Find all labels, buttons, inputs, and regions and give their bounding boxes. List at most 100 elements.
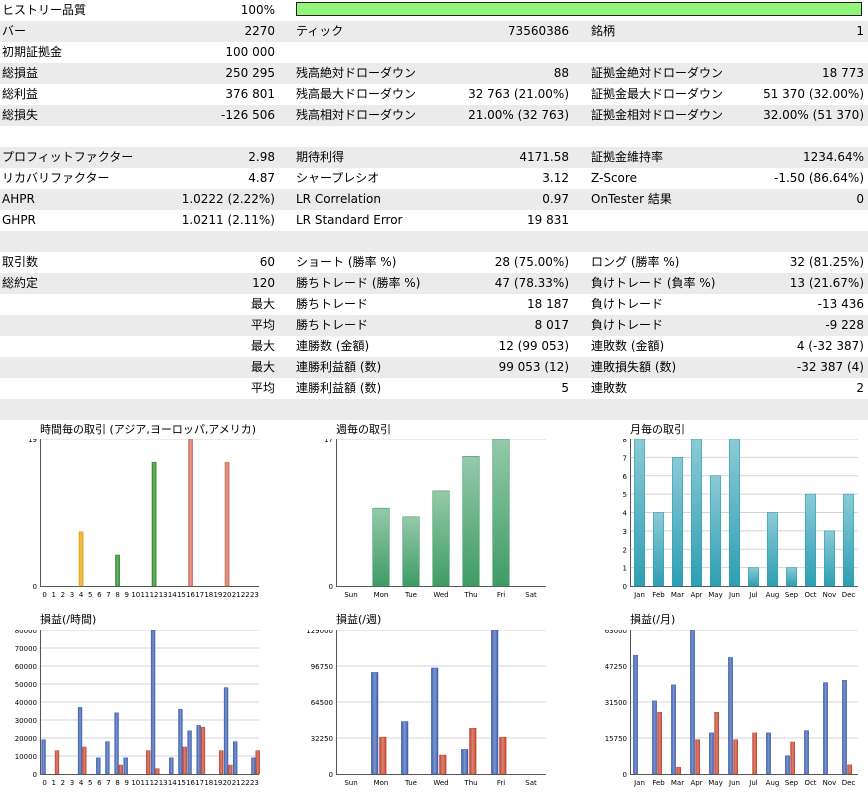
bar — [823, 530, 836, 587]
bar — [766, 512, 779, 587]
stats-row: 初期証拠金 100 000 — [0, 42, 868, 63]
chart-title: 月毎の取引 — [630, 423, 685, 436]
x-tick-label: Sun — [344, 591, 357, 599]
stats-row: AHPR 1.0222 (2.22%) LR Correlation 0.97 OnTe… — [0, 189, 868, 210]
bar — [823, 682, 828, 775]
stats-row: ヒストリー品質 100% — [0, 0, 868, 21]
x-tick-label: 21 — [232, 779, 241, 787]
x-tick-label: Sat — [525, 779, 537, 787]
bar — [105, 741, 110, 775]
stats-row — [0, 231, 868, 252]
y-tick-label: 0 — [329, 771, 333, 779]
stat-value: -9 228 — [825, 318, 864, 332]
x-tick-label: 12 — [150, 779, 159, 787]
stat-value: -32 387 (4) — [796, 360, 864, 374]
stat-value: 0.97 — [542, 192, 569, 206]
bar — [114, 712, 119, 775]
stats-row: 総約定 120 勝ちトレード (勝率 %) 47 (78.33%) 負けトレード (負率… — [0, 273, 868, 294]
chart-3: 0 10000 20000 30000 40000 50000 60000 70000 8000… — [15, 630, 260, 787]
x-tick-label: Mon — [374, 779, 389, 787]
y-tick-label: 60000 — [15, 663, 37, 671]
bar — [790, 741, 795, 775]
stat-value: 32 763 (21.00%) — [468, 87, 569, 101]
stat-value: 4 (-32 387) — [796, 339, 864, 353]
bar — [146, 750, 151, 775]
x-tick-label: Oct — [804, 779, 816, 787]
bar — [847, 764, 852, 775]
stat-value: 376 801 — [225, 87, 275, 101]
x-tick-label: 22 — [241, 779, 250, 787]
stats-row — [0, 399, 868, 420]
bar — [633, 654, 638, 775]
stat-value: 1234.64% — [802, 150, 864, 164]
x-tick-label: Nov — [823, 591, 837, 599]
x-tick-label: 0 — [42, 779, 46, 787]
x-tick-label: 5 — [88, 591, 92, 599]
stat-value: 5 — [561, 381, 569, 395]
x-tick-label: 7 — [106, 591, 110, 599]
bar — [785, 567, 798, 587]
x-tick-label: 8 — [115, 591, 119, 599]
bar — [671, 684, 676, 775]
stat-value: 1 — [856, 24, 864, 38]
stats-row: バー 2270 ティック 73560386 銘柄 1 — [0, 21, 868, 42]
x-tick-label: 22 — [241, 591, 250, 599]
x-tick-label: Sat — [525, 591, 537, 599]
bar — [401, 721, 409, 775]
stats-row: 総利益 376 801 残高最大ドローダウン 32 763 (21.00%) 証拠金最大… — [0, 84, 868, 105]
stat-value: 32.00% (51 370) — [763, 108, 864, 122]
x-tick-label: Mar — [671, 591, 684, 599]
stats-row: GHPR 1.0211 (2.11%) LR Standard Error 19 83… — [0, 210, 868, 231]
stat-value: 2270 — [244, 24, 275, 38]
bar — [169, 757, 174, 775]
x-tick-label: 18 — [204, 591, 213, 599]
stats-row: 総損益 250 295 残高絶対ドローダウン 88 証拠金絶対ドローダウン 18 773 — [0, 63, 868, 84]
stats-row: 最大 勝ちトレード 18 187 負けトレード -13 436 — [0, 294, 868, 315]
x-tick-label: 5 — [88, 779, 92, 787]
x-tick-label: Jun — [728, 779, 740, 787]
x-tick-label: 4 — [79, 779, 84, 787]
stat-value: -13 436 — [817, 297, 864, 311]
x-tick-label: 16 — [186, 779, 195, 787]
bar — [469, 727, 477, 775]
bar — [491, 630, 499, 775]
y-tick-label: 10000 — [15, 753, 37, 761]
bar — [747, 567, 760, 587]
x-tick-label: Oct — [804, 591, 816, 599]
bar — [224, 461, 230, 587]
charts-area: 時間毎の取引 (アジア,ヨーロッパ,アメリカ) 0 19 0 1 2 3 4 5 6 7 8 9 10 11… — [0, 419, 868, 791]
chart-5: 0 15750 31500 47250 63000 Jan Feb Mar Apr May Jun J… — [605, 630, 858, 787]
bar — [752, 732, 757, 775]
bar — [671, 457, 684, 587]
bar — [188, 439, 193, 587]
x-tick-label: Sun — [344, 779, 357, 787]
stat-value: 88 — [553, 66, 569, 80]
bar — [178, 708, 183, 775]
x-tick-label: May — [708, 779, 722, 787]
x-tick-label: Mon — [374, 591, 389, 599]
stat-value: 47 (78.33%) — [494, 276, 569, 290]
y-tick-label: 19 — [28, 439, 37, 444]
bar — [251, 757, 256, 775]
y-tick-label: 7 — [623, 454, 627, 462]
y-tick-label: 0 — [623, 583, 627, 591]
bar — [728, 657, 733, 775]
bar — [379, 736, 387, 775]
bar — [733, 739, 738, 775]
x-tick-label: 19 — [213, 779, 222, 787]
x-tick-label: 10 — [131, 779, 140, 787]
x-tick-label: Jun — [728, 591, 740, 599]
stats-row: リカバリファクター 4.87 シャープレシオ 3.12 Z-Score -1.50 (86… — [0, 168, 868, 189]
bar — [804, 730, 809, 775]
x-tick-label: 13 — [159, 779, 168, 787]
x-tick-label: Aug — [766, 591, 780, 599]
bar — [77, 707, 83, 775]
bar — [41, 739, 46, 775]
x-tick-label: 14 — [168, 779, 177, 787]
chart-title: 損益(/時間) — [40, 613, 97, 626]
x-tick-label: Fri — [497, 591, 505, 599]
bar — [499, 736, 507, 775]
chart-2: 0 1 2 3 4 5 6 7 8 Jan Feb Mar Apr May Jun Jul Aug Sep Oct N… — [623, 439, 858, 599]
bar — [196, 725, 201, 775]
stat-value: 平均 — [250, 381, 275, 395]
